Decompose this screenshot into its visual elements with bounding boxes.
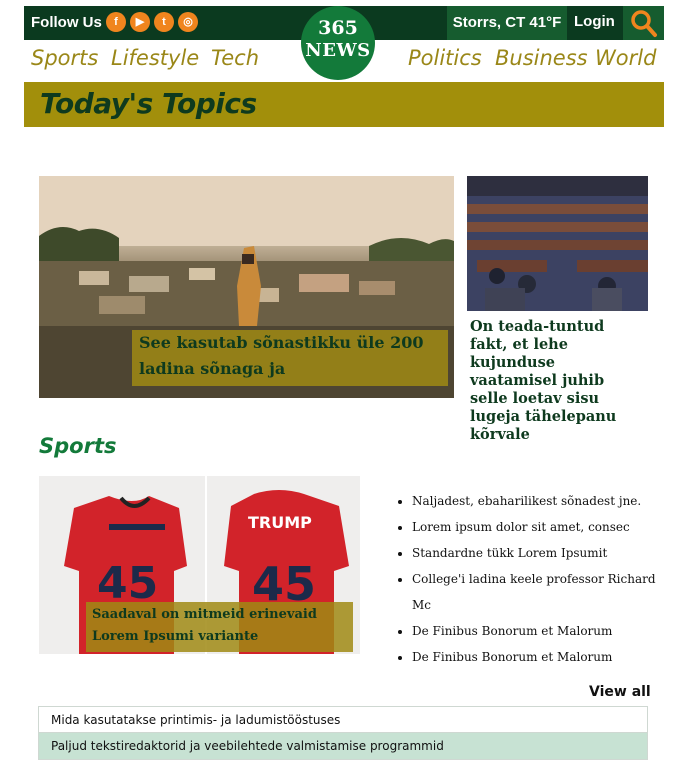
login-link[interactable]: Login <box>574 13 615 30</box>
nav-sports[interactable]: Sports <box>31 46 98 70</box>
logo-number: 365 <box>318 17 358 39</box>
article-list: Mida kasutatakse printimis- ja ladumistö… <box>38 706 648 760</box>
shirt-name: TRUMP <box>248 513 312 532</box>
sports-image-caption[interactable]: Saadaval on mitmeid erinevaid Lorem Ipsu… <box>86 602 353 652</box>
page-title: Today's Topics <box>40 87 257 120</box>
nav-tech[interactable]: Tech <box>211 46 259 70</box>
sports-headline-list: Naljadest, ebaharilikest sõnadest jne. L… <box>396 488 662 670</box>
list-item[interactable]: Standardne tükk Lorem Ipsumit <box>412 540 662 566</box>
twitter-icon[interactable]: t <box>154 12 174 32</box>
section-banner: Today's Topics <box>24 82 664 127</box>
nav-lifestyle[interactable]: Lifestyle <box>111 46 199 70</box>
instagram-icon[interactable]: ◎ <box>178 12 198 32</box>
senate-scene <box>467 176 648 311</box>
nav-world[interactable]: World <box>595 46 656 70</box>
view-all-link[interactable]: View all <box>589 684 651 700</box>
follow-us-label: Follow Us <box>31 14 102 31</box>
search-button[interactable] <box>623 6 664 40</box>
search-icon <box>631 10 657 37</box>
youtube-icon[interactable]: ▶ <box>130 12 150 32</box>
nav-politics[interactable]: Politics <box>408 46 482 70</box>
list-item[interactable]: De Finibus Bonorum et Malorum <box>412 644 662 670</box>
list-item[interactable]: De Finibus Bonorum et Malorum <box>412 618 662 644</box>
list-item[interactable]: Naljadest, ebaharilikest sõnadest jne. <box>412 488 662 514</box>
side-story-headline[interactable]: On teada-tuntud fakt, et lehe kujunduse … <box>470 318 642 444</box>
logo-word: NEWS <box>305 40 371 61</box>
list-item[interactable]: Lorem ipsum dolor sit amet, consec <box>412 514 662 540</box>
article-row[interactable]: Mida kasutatakse printimis- ja ladumistö… <box>38 706 648 733</box>
site-logo[interactable]: 365 NEWS <box>301 6 375 80</box>
hero-caption[interactable]: See kasutab sõnastikku üle 200 ladina sõ… <box>132 330 448 386</box>
facebook-icon[interactable]: f <box>106 12 126 32</box>
weather-widget[interactable]: Storrs, CT 41°F <box>447 6 567 40</box>
article-row[interactable]: Paljud tekstiredaktorid ja veebilehtede … <box>38 733 648 760</box>
list-item[interactable]: College'i ladina keele professor Richard… <box>412 566 662 618</box>
nav-business[interactable]: Business <box>495 46 588 70</box>
senate-image[interactable] <box>467 176 648 311</box>
sports-heading[interactable]: Sports <box>39 434 116 458</box>
